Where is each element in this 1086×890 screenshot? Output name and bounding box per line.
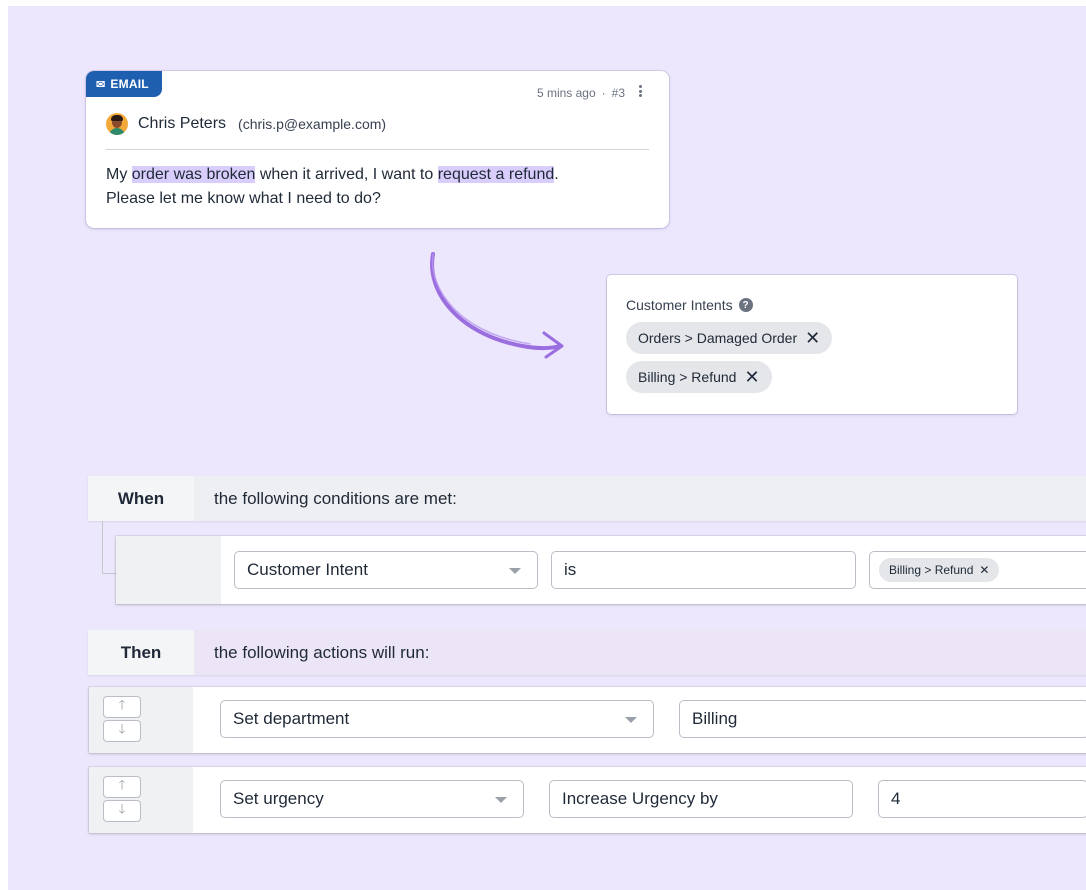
move-down-button[interactable]: 🡓 (103, 720, 141, 742)
email-meta-separator: · (601, 86, 606, 100)
email-body-text: when it arrived, I want to (255, 166, 438, 183)
email-time: 5 mins ago (536, 86, 596, 100)
email-id: #3 (611, 86, 625, 100)
action-value: Increase Urgency by (562, 789, 718, 808)
intents-title: Customer Intents ? (626, 297, 753, 313)
intent-chip[interactable]: Billing > Refund ✕ (626, 361, 772, 393)
curved-arrow-icon (430, 252, 564, 359)
arrow-up-icon: 🡑 (118, 777, 126, 792)
canvas: ✉ EMAIL 5 mins ago · #3 Chris Peters (ch… (8, 6, 1086, 890)
when-header: When the following conditions are met: (88, 476, 1086, 521)
condition-value-chip[interactable]: Billing > Refund ✕ (879, 558, 1000, 582)
sender-email: (chris.p@example.com) (238, 116, 387, 132)
condition-value-chip-label: Billing > Refund (889, 563, 974, 577)
intent-chip-label: Orders > Damaged Order (638, 330, 798, 346)
row-gutter (116, 536, 221, 604)
envelope-icon: ✉ (96, 78, 106, 91)
arrow-down-icon: 🡓 (118, 801, 126, 816)
arrow-down-icon: 🡓 (118, 721, 126, 736)
action-amount: 4 (891, 789, 901, 808)
chevron-down-icon (625, 717, 637, 723)
then-description: the following actions will run: (194, 630, 1086, 675)
condition-field-select[interactable]: Customer Intent (234, 551, 538, 589)
then-label: Then (88, 630, 194, 675)
intents-title-text: Customer Intents (626, 297, 733, 313)
reorder-controls: 🡑 🡓 (103, 776, 141, 824)
close-icon[interactable]: ✕ (744, 368, 759, 386)
email-channel-tag: ✉ EMAIL (86, 71, 162, 97)
highlight-request-refund: request a refund (437, 166, 555, 183)
email-body-text: . (554, 166, 559, 183)
action-value-field[interactable]: Billing (679, 700, 1086, 738)
chevron-down-icon (509, 568, 521, 574)
when-description: the following conditions are met: (194, 476, 1086, 521)
tree-connector (102, 521, 117, 574)
action-type-select[interactable]: Set urgency (220, 780, 524, 818)
chevron-down-icon (495, 797, 507, 803)
email-card[interactable]: ✉ EMAIL 5 mins ago · #3 Chris Peters (ch… (86, 71, 669, 228)
action-type-value: Set department (233, 709, 350, 728)
action-type-value: Set urgency (233, 789, 324, 808)
divider (106, 149, 649, 150)
email-body: My order was broken when it arrived, I w… (106, 163, 656, 211)
reorder-controls: 🡑 🡓 (103, 696, 141, 744)
condition-row: Customer Intent is Billing > Refund ✕ (116, 536, 1086, 604)
close-icon[interactable]: ✕ (979, 563, 989, 577)
email-body-text: My (106, 166, 132, 183)
customer-intents-card: Customer Intents ? Orders > Damaged Orde… (607, 275, 1017, 414)
condition-value-field[interactable]: Billing > Refund ✕ (869, 551, 1086, 589)
action-value-field[interactable]: Increase Urgency by (549, 780, 853, 818)
when-label: When (88, 476, 194, 521)
action-amount-field[interactable]: 4 (878, 780, 1086, 818)
kebab-menu-icon[interactable] (639, 83, 643, 99)
arrow-up-icon: 🡑 (118, 697, 126, 712)
then-header: Then the following actions will run: (88, 630, 1086, 675)
sender: Chris Peters (chris.p@example.com) (106, 113, 386, 135)
intent-chip-label: Billing > Refund (638, 369, 737, 385)
action-row: 🡑 🡓 Set department Billing (89, 687, 1086, 753)
condition-operator-field[interactable]: is (551, 551, 856, 589)
intent-chip[interactable]: Orders > Damaged Order ✕ (626, 322, 833, 354)
action-row: 🡑 🡓 Set urgency Increase Urgency by 4 (89, 767, 1086, 833)
condition-operator-value: is (564, 560, 577, 579)
action-type-select[interactable]: Set department (220, 700, 654, 738)
action-value: Billing (692, 709, 738, 728)
move-up-button[interactable]: 🡑 (103, 776, 141, 798)
move-up-button[interactable]: 🡑 (103, 696, 141, 718)
avatar (106, 113, 128, 135)
sender-name: Chris Peters (138, 115, 227, 132)
close-icon[interactable]: ✕ (805, 329, 820, 347)
email-body-text: Please let me know what I need to do? (106, 190, 381, 207)
condition-field-value: Customer Intent (247, 560, 368, 579)
move-down-button[interactable]: 🡓 (103, 800, 141, 822)
help-icon[interactable]: ? (738, 298, 753, 312)
email-meta: 5 mins ago · #3 (537, 86, 625, 100)
highlight-order-broken: order was broken (131, 166, 256, 183)
email-tag-label: EMAIL (110, 77, 149, 91)
